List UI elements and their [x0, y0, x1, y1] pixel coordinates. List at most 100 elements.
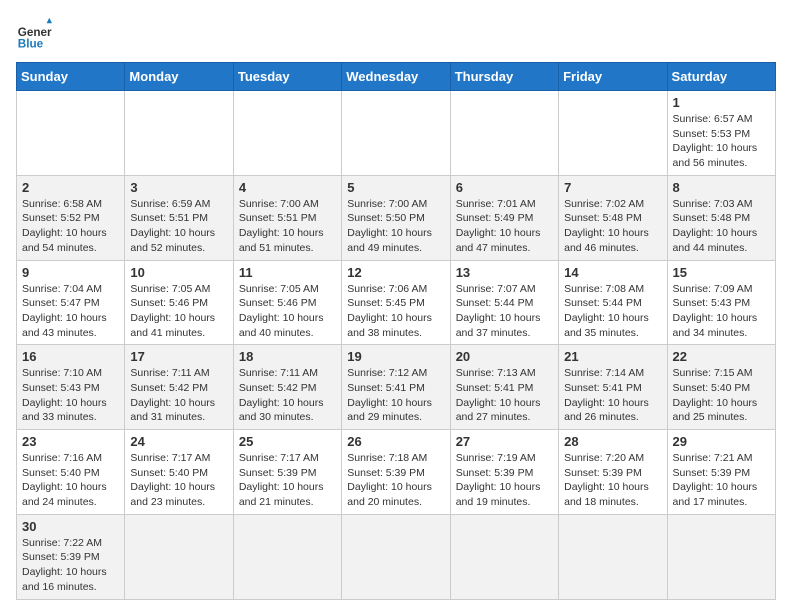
- calendar-cell: [450, 514, 558, 599]
- calendar-cell: 3 Sunrise: 6:59 AM Sunset: 5:51 PM Daylig…: [125, 175, 233, 260]
- calendar-cell: 15 Sunrise: 7:09 AM Sunset: 5:43 PM Dayli…: [667, 260, 775, 345]
- day-number: 4: [239, 180, 336, 195]
- calendar-cell: 29 Sunrise: 7:21 AM Sunset: 5:39 PM Dayli…: [667, 430, 775, 515]
- calendar-cell: 7 Sunrise: 7:02 AM Sunset: 5:48 PM Daylig…: [559, 175, 667, 260]
- day-number: 3: [130, 180, 227, 195]
- day-number: 26: [347, 434, 444, 449]
- day-info: Sunrise: 7:21 AM Sunset: 5:39 PM Dayligh…: [673, 451, 770, 510]
- day-number: 21: [564, 349, 661, 364]
- logo: General Blue: [16, 16, 52, 52]
- day-number: 8: [673, 180, 770, 195]
- day-number: 6: [456, 180, 553, 195]
- calendar-cell: 25 Sunrise: 7:17 AM Sunset: 5:39 PM Dayli…: [233, 430, 341, 515]
- day-number: 7: [564, 180, 661, 195]
- calendar-cell: [559, 91, 667, 176]
- page-header: General Blue: [16, 16, 776, 52]
- day-info: Sunrise: 7:08 AM Sunset: 5:44 PM Dayligh…: [564, 282, 661, 341]
- day-number: 15: [673, 265, 770, 280]
- day-info: Sunrise: 7:11 AM Sunset: 5:42 PM Dayligh…: [239, 366, 336, 425]
- day-info: Sunrise: 7:19 AM Sunset: 5:39 PM Dayligh…: [456, 451, 553, 510]
- calendar-cell: 21 Sunrise: 7:14 AM Sunset: 5:41 PM Dayli…: [559, 345, 667, 430]
- calendar-cell: 18 Sunrise: 7:11 AM Sunset: 5:42 PM Dayli…: [233, 345, 341, 430]
- weekday-header: Thursday: [450, 63, 558, 91]
- day-info: Sunrise: 6:59 AM Sunset: 5:51 PM Dayligh…: [130, 197, 227, 256]
- day-number: 5: [347, 180, 444, 195]
- calendar-cell: 2 Sunrise: 6:58 AM Sunset: 5:52 PM Daylig…: [17, 175, 125, 260]
- day-number: 17: [130, 349, 227, 364]
- day-info: Sunrise: 7:10 AM Sunset: 5:43 PM Dayligh…: [22, 366, 119, 425]
- day-info: Sunrise: 7:18 AM Sunset: 5:39 PM Dayligh…: [347, 451, 444, 510]
- day-number: 18: [239, 349, 336, 364]
- calendar-cell: 9 Sunrise: 7:04 AM Sunset: 5:47 PM Daylig…: [17, 260, 125, 345]
- calendar-cell: 30Sunrise: 7:22 AM Sunset: 5:39 PM Dayli…: [17, 514, 125, 599]
- calendar-cell: 4 Sunrise: 7:00 AM Sunset: 5:51 PM Daylig…: [233, 175, 341, 260]
- weekday-header: Wednesday: [342, 63, 450, 91]
- day-number: 11: [239, 265, 336, 280]
- calendar-cell: 5 Sunrise: 7:00 AM Sunset: 5:50 PM Daylig…: [342, 175, 450, 260]
- day-number: 24: [130, 434, 227, 449]
- day-number: 28: [564, 434, 661, 449]
- calendar-cell: [342, 91, 450, 176]
- calendar-cell: 16 Sunrise: 7:10 AM Sunset: 5:43 PM Dayli…: [17, 345, 125, 430]
- calendar-cell: 26 Sunrise: 7:18 AM Sunset: 5:39 PM Dayli…: [342, 430, 450, 515]
- weekday-header: Saturday: [667, 63, 775, 91]
- weekday-header: Monday: [125, 63, 233, 91]
- calendar-cell: [667, 514, 775, 599]
- day-number: 2: [22, 180, 119, 195]
- calendar-cell: [233, 91, 341, 176]
- logo-icon: General Blue: [16, 16, 52, 52]
- day-number: 12: [347, 265, 444, 280]
- day-info: Sunrise: 7:02 AM Sunset: 5:48 PM Dayligh…: [564, 197, 661, 256]
- svg-text:Blue: Blue: [18, 38, 44, 51]
- calendar-cell: [125, 91, 233, 176]
- day-info: Sunrise: 7:17 AM Sunset: 5:40 PM Dayligh…: [130, 451, 227, 510]
- day-number: 25: [239, 434, 336, 449]
- day-number: 13: [456, 265, 553, 280]
- weekday-header: Sunday: [17, 63, 125, 91]
- day-number: 14: [564, 265, 661, 280]
- day-number: 16: [22, 349, 119, 364]
- calendar-cell: [125, 514, 233, 599]
- weekday-header: Tuesday: [233, 63, 341, 91]
- day-number: 22: [673, 349, 770, 364]
- day-info: Sunrise: 6:58 AM Sunset: 5:52 PM Dayligh…: [22, 197, 119, 256]
- calendar-cell: 6Sunrise: 7:01 AM Sunset: 5:49 PM Daylig…: [450, 175, 558, 260]
- day-info: Sunrise: 7:00 AM Sunset: 5:51 PM Dayligh…: [239, 197, 336, 256]
- calendar-cell: 13Sunrise: 7:07 AM Sunset: 5:44 PM Dayli…: [450, 260, 558, 345]
- calendar-cell: 19 Sunrise: 7:12 AM Sunset: 5:41 PM Dayli…: [342, 345, 450, 430]
- calendar-cell: [559, 514, 667, 599]
- calendar-cell: 17 Sunrise: 7:11 AM Sunset: 5:42 PM Dayli…: [125, 345, 233, 430]
- day-info: Sunrise: 7:12 AM Sunset: 5:41 PM Dayligh…: [347, 366, 444, 425]
- calendar-cell: 22Sunrise: 7:15 AM Sunset: 5:40 PM Dayli…: [667, 345, 775, 430]
- calendar-cell: [450, 91, 558, 176]
- calendar-header: SundayMondayTuesdayWednesdayThursdayFrid…: [17, 63, 776, 91]
- calendar-cell: 27Sunrise: 7:19 AM Sunset: 5:39 PM Dayli…: [450, 430, 558, 515]
- day-info: Sunrise: 7:06 AM Sunset: 5:45 PM Dayligh…: [347, 282, 444, 341]
- calendar-cell: 8Sunrise: 7:03 AM Sunset: 5:48 PM Daylig…: [667, 175, 775, 260]
- day-info: Sunrise: 7:20 AM Sunset: 5:39 PM Dayligh…: [564, 451, 661, 510]
- calendar-cell: 23Sunrise: 7:16 AM Sunset: 5:40 PM Dayli…: [17, 430, 125, 515]
- day-number: 30: [22, 519, 119, 534]
- day-number: 20: [456, 349, 553, 364]
- day-info: Sunrise: 7:17 AM Sunset: 5:39 PM Dayligh…: [239, 451, 336, 510]
- day-info: Sunrise: 7:11 AM Sunset: 5:42 PM Dayligh…: [130, 366, 227, 425]
- calendar-cell: [342, 514, 450, 599]
- day-info: Sunrise: 7:09 AM Sunset: 5:43 PM Dayligh…: [673, 282, 770, 341]
- calendar-cell: 1Sunrise: 6:57 AM Sunset: 5:53 PM Daylig…: [667, 91, 775, 176]
- day-number: 29: [673, 434, 770, 449]
- day-info: Sunrise: 7:04 AM Sunset: 5:47 PM Dayligh…: [22, 282, 119, 341]
- day-number: 23: [22, 434, 119, 449]
- calendar: SundayMondayTuesdayWednesdayThursdayFrid…: [16, 62, 776, 600]
- calendar-cell: 10Sunrise: 7:05 AM Sunset: 5:46 PM Dayli…: [125, 260, 233, 345]
- day-number: 9: [22, 265, 119, 280]
- calendar-cell: 24 Sunrise: 7:17 AM Sunset: 5:40 PM Dayli…: [125, 430, 233, 515]
- calendar-cell: [233, 514, 341, 599]
- day-info: Sunrise: 7:14 AM Sunset: 5:41 PM Dayligh…: [564, 366, 661, 425]
- day-info: Sunrise: 7:05 AM Sunset: 5:46 PM Dayligh…: [130, 282, 227, 341]
- day-number: 1: [673, 95, 770, 110]
- calendar-cell: 14 Sunrise: 7:08 AM Sunset: 5:44 PM Dayli…: [559, 260, 667, 345]
- weekday-header: Friday: [559, 63, 667, 91]
- day-info: Sunrise: 7:00 AM Sunset: 5:50 PM Dayligh…: [347, 197, 444, 256]
- calendar-cell: 11Sunrise: 7:05 AM Sunset: 5:46 PM Dayli…: [233, 260, 341, 345]
- day-number: 19: [347, 349, 444, 364]
